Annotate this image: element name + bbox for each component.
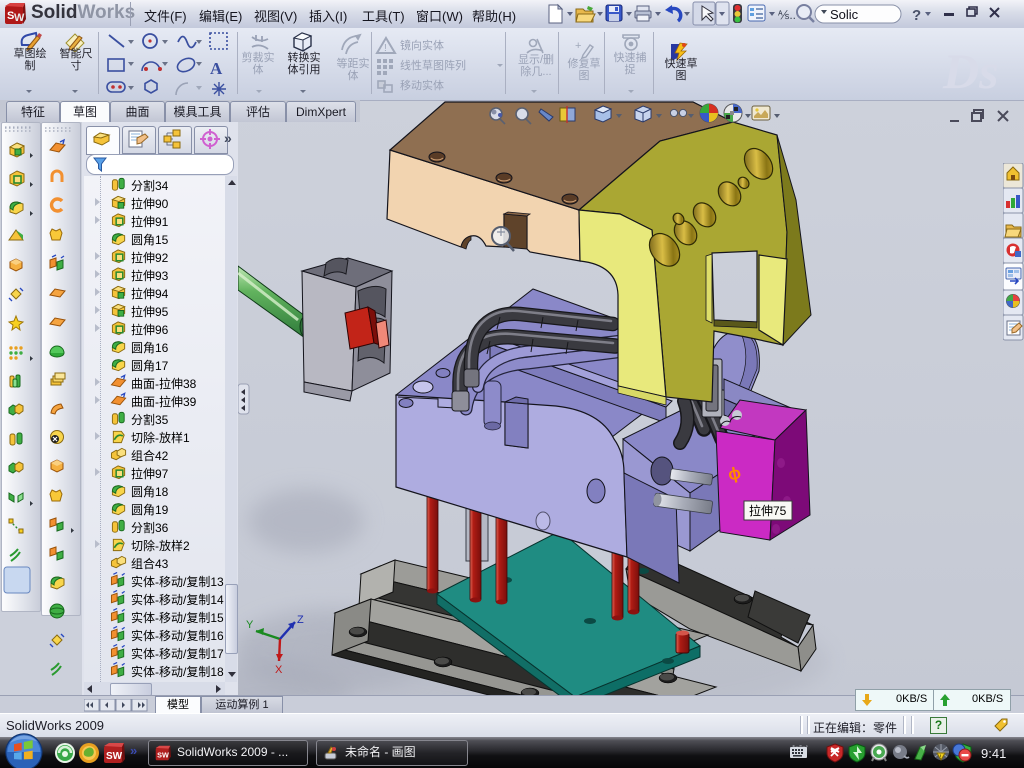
svg-text:SW: SW: [106, 751, 123, 762]
svg-text:W: W: [14, 12, 25, 24]
svg-text:+: +: [575, 40, 581, 52]
svg-text:Ds: Ds: [942, 43, 999, 99]
svg-text:⅍..: ⅍..: [778, 8, 796, 22]
svg-text:拉伸75: 拉伸75: [749, 503, 787, 518]
svg-text:SW: SW: [157, 750, 169, 759]
svg-text:キーボード: キーボード: [792, 745, 808, 749]
svg-text:?: ?: [912, 7, 921, 24]
svg-text:X: X: [275, 664, 283, 676]
svg-text:Solic: Solic: [830, 7, 859, 22]
svg-text:Y: Y: [246, 619, 254, 631]
svg-text:!: !: [384, 43, 387, 54]
svg-text:A: A: [210, 59, 223, 78]
svg-text:Z: Z: [297, 614, 304, 626]
svg-text:»: »: [130, 743, 137, 758]
svg-text:!: !: [940, 754, 941, 760]
